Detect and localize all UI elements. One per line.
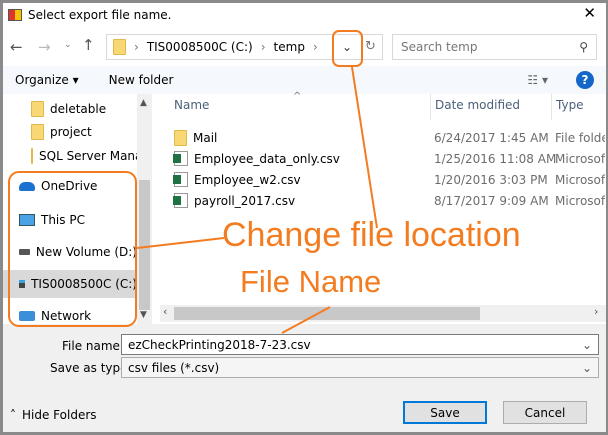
annotation-box-dropdown [332,30,363,67]
annotation-arrow-line [281,306,331,334]
annotation-arrow-line [136,237,225,249]
annotation-file-name: File Name [240,264,382,299]
annotation-change-file-location: Change file location [222,216,521,254]
annotation-box-nav [8,171,137,327]
annotation-arrow-line [351,66,378,229]
